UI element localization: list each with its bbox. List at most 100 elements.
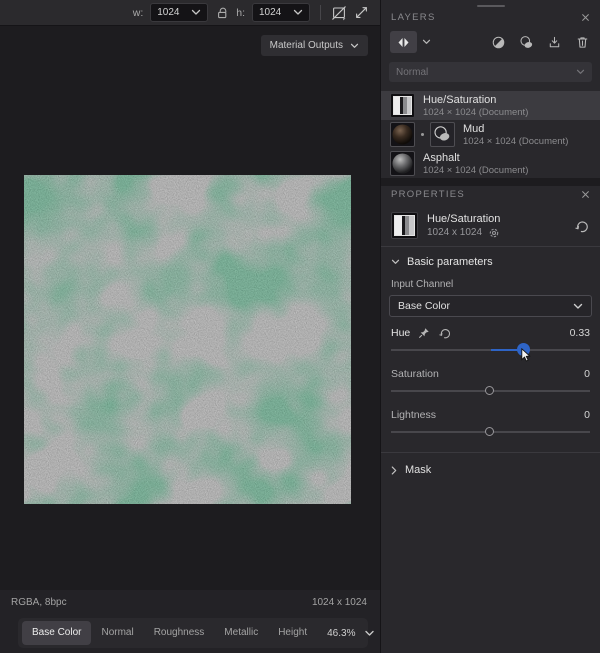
mask-label: Mask [405,464,431,476]
add-adjustment-icon[interactable] [491,35,506,50]
layers-toolbar [381,28,600,62]
reset-slider-icon[interactable] [438,327,452,339]
layer-name: Hue/Saturation [423,94,528,106]
properties-item: Hue/Saturation 1024 x 1024 [381,205,600,246]
texture-viewport[interactable]: Material Outputs [0,26,380,590]
width-label: w: [133,7,144,19]
panel-gap [381,178,600,186]
app-window: w: 1024 h: 1024 [0,0,600,653]
chevron-right-icon [391,466,397,475]
saturation-slider-row: Saturation 0 [381,358,600,399]
layer-link-dot [421,133,424,136]
chevron-down-icon [391,259,400,265]
add-mask-icon[interactable] [519,35,534,50]
input-channel-label: Input Channel [381,275,600,295]
width-select[interactable]: 1024 [150,3,208,22]
layer-meta: 1024 × 1024 (Document) [423,107,528,118]
right-panel: LAYERS [380,0,600,653]
lightness-slider[interactable] [391,423,590,440]
input-channel-select[interactable]: Base Color [389,295,592,317]
lightness-label: Lightness [391,409,436,421]
mask-thumbnail[interactable] [430,122,455,147]
layers-panel-header: LAYERS [381,9,600,28]
lock-aspect-icon[interactable] [215,6,229,20]
properties-panel-header: PROPERTIES [381,186,600,205]
channel-tabbar: Base Color Normal Roughness Metallic Hei… [18,618,368,648]
close-icon[interactable] [581,190,590,199]
add-layer-chevron[interactable] [422,39,431,45]
toolbar-separator [320,5,321,20]
width-value: 1024 [157,7,179,18]
lightness-slider-row: Lightness 0 [381,399,600,440]
tab-ambient-occlusion[interactable]: Ambi [317,621,327,645]
height-select[interactable]: 1024 [252,3,310,22]
height-label: h: [236,7,245,19]
physical-size-disabled-icon[interactable] [331,5,347,21]
layer-meta: 1024 × 1024 (Document) [463,136,568,147]
properties-panel-title: PROPERTIES [391,189,465,200]
material-outputs-label: Material Outputs [270,40,343,51]
bottom-bar: RGBA, 8bpc 1024 x 1024 Base Color Normal… [0,590,380,653]
tab-metallic[interactable]: Metallic [214,621,268,645]
layer-row-asphalt[interactable]: Asphalt 1024 × 1024 (Document) [381,149,600,178]
layers-panel-title: LAYERS [391,12,436,23]
blend-mode-select[interactable]: Normal [389,62,592,82]
format-label: RGBA, 8bpc [11,597,67,608]
input-channel-value: Base Color [398,300,450,312]
close-icon[interactable] [581,13,590,22]
dimensions-label: 1024 x 1024 [312,597,367,608]
chevron-down-icon [293,9,303,16]
pin-icon[interactable] [418,327,430,339]
tab-height[interactable]: Height [268,621,317,645]
zoom-value: 46.3% [327,628,355,639]
split-view-icon [396,36,411,49]
hue-label: Hue [391,327,410,339]
chevron-down-icon [191,9,201,16]
chevron-down-icon [350,43,359,49]
adjustment-thumbnail [391,212,418,239]
tab-normal[interactable]: Normal [91,621,143,645]
reset-properties-icon[interactable] [574,219,590,233]
top-toolbar: w: 1024 h: 1024 [0,0,380,26]
layer-row-hue-saturation[interactable]: Hue/Saturation 1024 × 1024 (Document) [381,91,600,120]
expand-fullscreen-icon[interactable] [354,5,369,20]
layer-row-mud[interactable]: Mud 1024 × 1024 (Document) [381,120,600,149]
texture-image [24,175,351,504]
hue-slider[interactable] [391,341,590,358]
material-sphere-thumbnail [390,122,415,147]
zoom-control[interactable]: 46.3% [327,628,382,639]
saturation-label: Saturation [391,368,439,380]
properties-item-name: Hue/Saturation [427,213,565,225]
height-value: 1024 [259,7,281,18]
layer-name: Mud [463,123,568,135]
tab-base-color[interactable]: Base Color [22,621,91,645]
texture-canvas[interactable] [24,175,351,504]
export-layer-icon[interactable] [547,35,562,50]
properties-item-size: 1024 x 1024 [427,227,482,238]
basic-parameters-section[interactable]: Basic parameters [381,247,600,275]
saturation-slider[interactable] [391,382,590,399]
canvas-area: w: 1024 h: 1024 [0,0,380,653]
gear-icon[interactable] [488,227,500,239]
material-sphere-thumbnail [390,151,415,176]
tab-roughness[interactable]: Roughness [144,621,215,645]
layer-name: Asphalt [423,152,528,164]
chevron-down-icon [364,630,375,637]
hue-slider-row: Hue 0.33 [381,317,600,358]
layer-meta: 1024 × 1024 (Document) [423,165,528,176]
slider-handle[interactable] [485,427,494,436]
saturation-value: 0 [584,368,590,380]
chevron-down-icon [573,303,583,310]
slider-handle[interactable] [485,386,494,395]
basic-parameters-label: Basic parameters [407,256,493,268]
mask-section[interactable]: Mask [381,453,600,487]
add-layer-button[interactable] [390,31,417,53]
delete-layer-icon[interactable] [575,35,590,50]
mouse-cursor-icon [521,348,531,362]
status-row: RGBA, 8bpc 1024 x 1024 [0,590,380,608]
blend-mode-value: Normal [396,67,428,78]
material-outputs-dropdown[interactable]: Material Outputs [261,35,368,56]
panel-drag-handle[interactable] [477,5,505,7]
chevron-down-icon [576,69,585,75]
hue-value: 0.33 [570,327,590,339]
